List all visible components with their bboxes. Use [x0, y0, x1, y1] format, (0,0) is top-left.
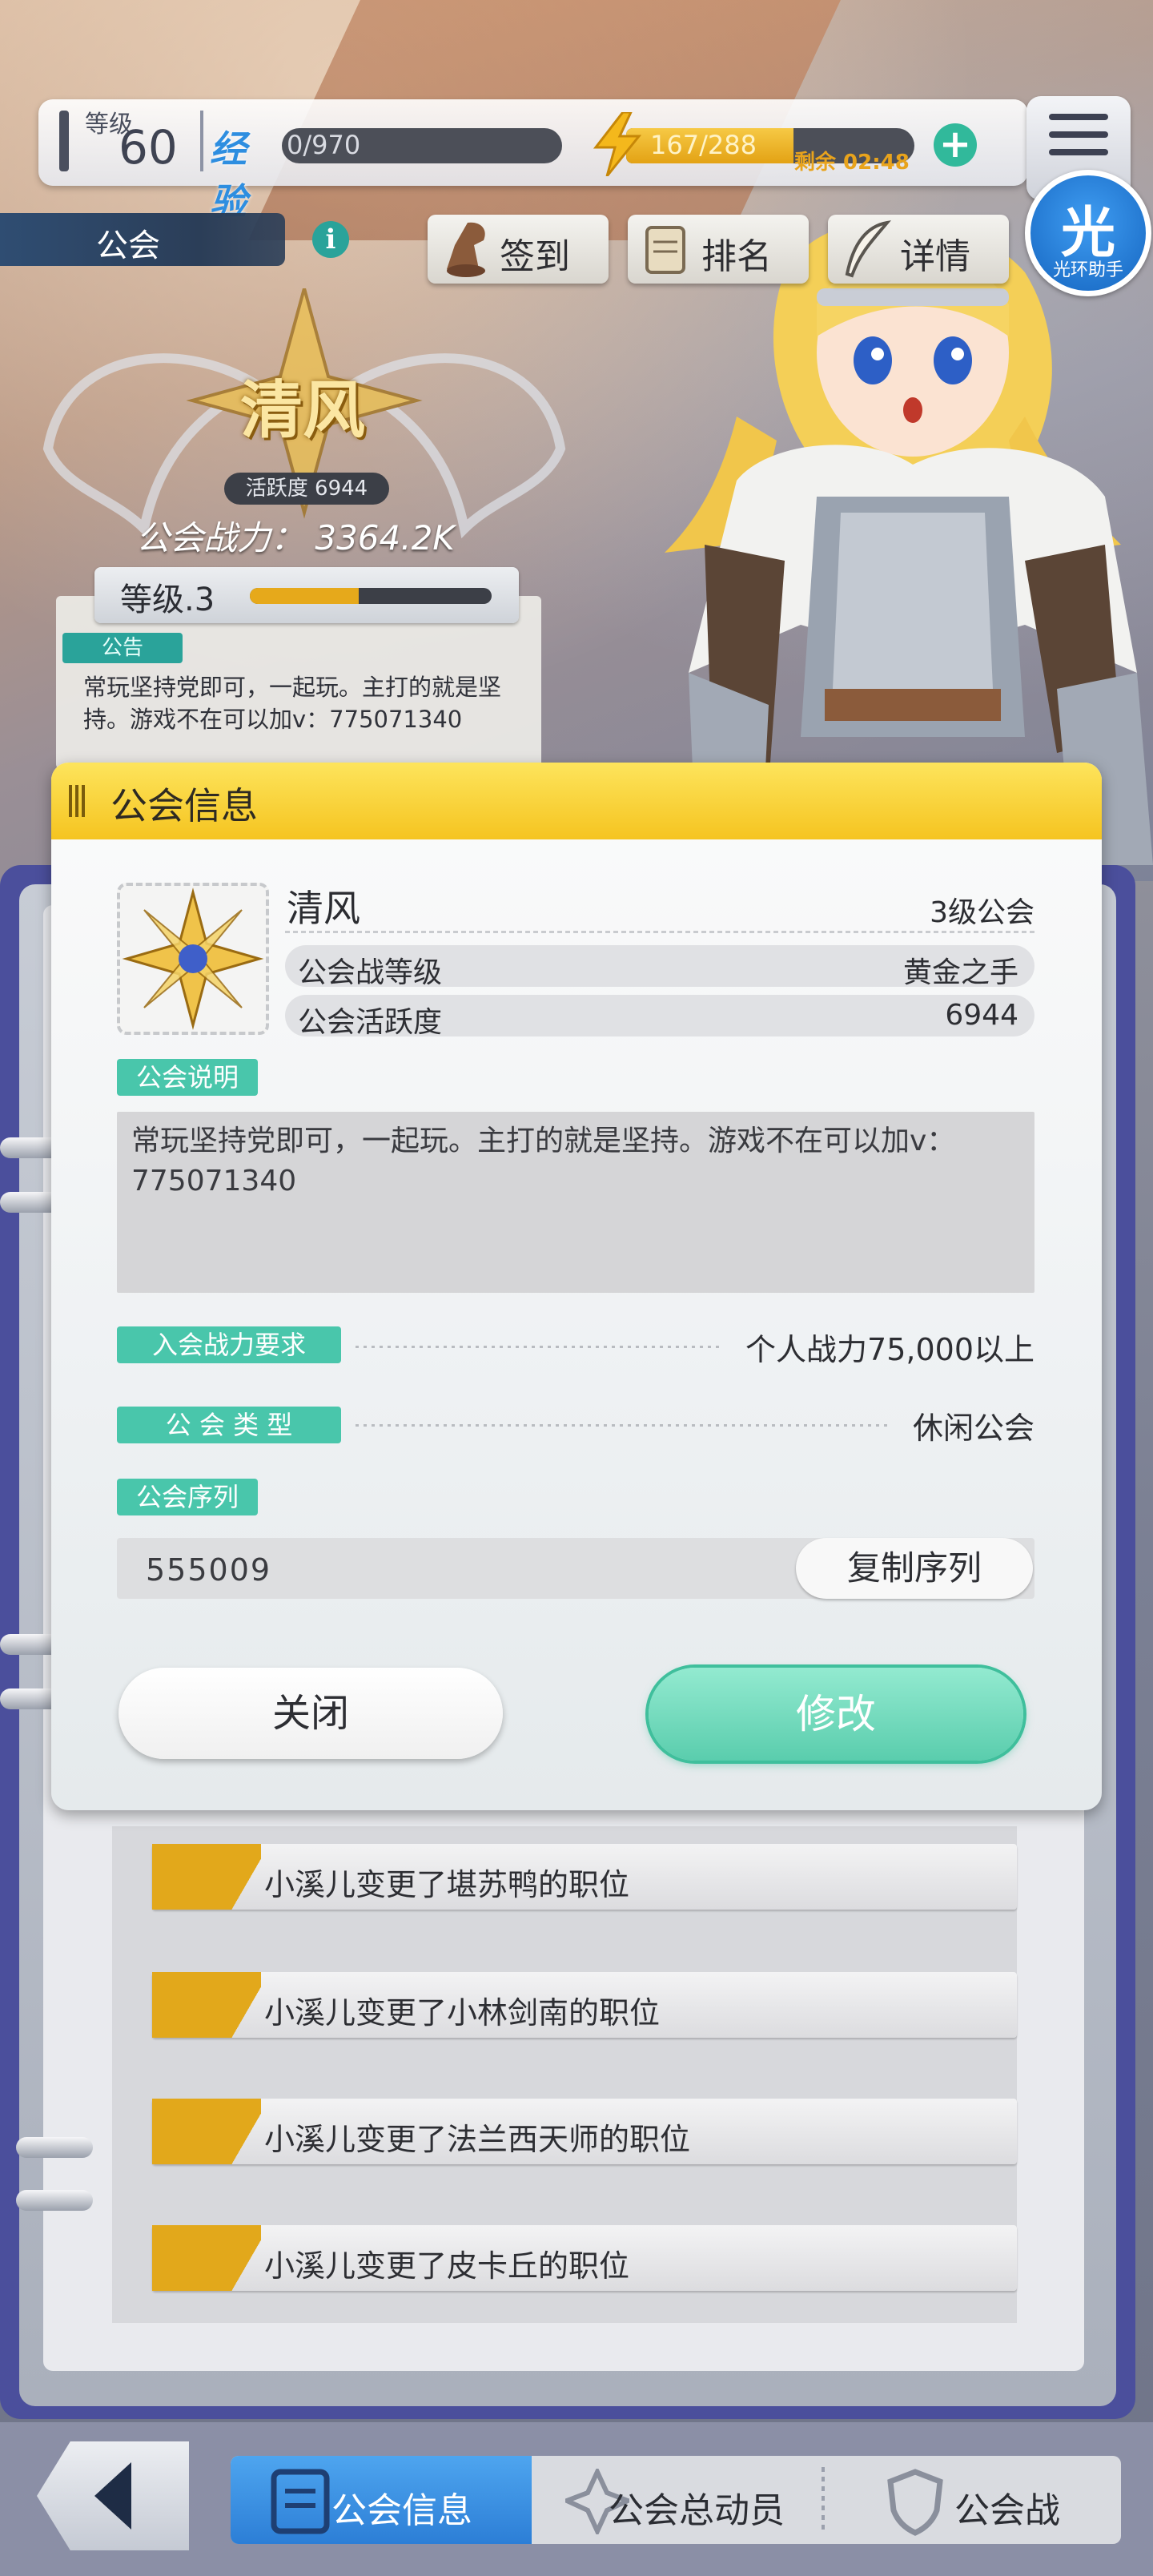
shield-icon: [887, 2469, 943, 2536]
guild-emblem-icon: [122, 888, 264, 1030]
guild-level-label: 等级.3: [120, 582, 215, 618]
guild-type-value: 休闲公会: [912, 1411, 1034, 1446]
requirement-value: 个人战力75,000以上: [745, 1332, 1034, 1367]
ranking-label: 排名: [701, 236, 772, 277]
dotted-leader: [356, 1346, 724, 1348]
guild-war-level-row: 公会战等级 黄金之手: [285, 945, 1034, 989]
megaphone-icon: [152, 2225, 261, 2291]
megaphone-icon: [152, 1972, 261, 2038]
notice-tag: 公告: [62, 633, 183, 663]
details-button[interactable]: 详情: [828, 215, 1009, 284]
info-icon[interactable]: i: [312, 221, 349, 258]
tab-divider: [822, 2467, 825, 2534]
description-text: 常玩坚持党即可，一起玩。主打的就是坚持。游戏不在可以加v：775071340: [131, 1125, 956, 1197]
megaphone-icon: [152, 1844, 261, 1910]
log-text: 小溪儿变更了小林剑南的职位: [264, 1995, 661, 2031]
energy-value: 167/288: [650, 130, 757, 160]
guild-activity-value: 6944: [945, 999, 1018, 1032]
guild-name-banner: 清风: [240, 375, 366, 447]
binder-ring: [16, 2137, 93, 2158]
serial-value: 555009: [146, 1552, 272, 1588]
exp-value: 0/970: [287, 130, 361, 160]
guild-war-level-label: 公会战等级: [298, 956, 443, 989]
guild-power: 公会战力： 3364.2K: [136, 518, 455, 557]
dialog-guild-level: 3级公会: [930, 896, 1034, 929]
guild-emblem: [117, 883, 269, 1035]
requirement-tag: 入会战力要求: [117, 1326, 341, 1363]
assistant-label: 光环助手: [1052, 260, 1123, 280]
log-text: 小溪儿变更了法兰西天师的职位: [264, 2122, 691, 2157]
notice-text: 常玩坚持党即可，一起玩。主打的就是坚持。游戏不在可以加v：775071340: [83, 674, 502, 733]
lightning-icon: [593, 112, 642, 176]
guild-activity-label: 公会活跃度: [298, 1006, 443, 1039]
guild-activity-row: 公会活跃度 6944: [285, 995, 1034, 1039]
check-in-label: 签到: [500, 236, 570, 277]
edit-button[interactable]: 修改: [649, 1668, 1023, 1761]
log-item: 小溪儿变更了堪苏鸭的职位: [152, 1844, 1017, 1910]
description-tag: 公会说明: [117, 1059, 258, 1096]
megaphone-icon: [152, 2099, 261, 2164]
check-in-icon: [447, 222, 485, 277]
guild-type-tag: 公 会 类 型: [117, 1407, 341, 1443]
scroll-icon: [645, 226, 685, 274]
serial-tag: 公会序列: [117, 1479, 258, 1515]
close-button[interactable]: 关闭: [119, 1668, 503, 1759]
guild-title: 公会: [96, 227, 160, 264]
remaining-time: 剩余 02:48: [794, 151, 910, 175]
quill-icon: [845, 220, 891, 278]
player-level-value: 60: [119, 120, 178, 175]
level-marker: [59, 111, 69, 171]
tab-guild-info-label: 公会信息: [331, 2490, 472, 2531]
document-icon: [271, 2469, 330, 2534]
log-item: 小溪儿变更了法兰西天师的职位: [152, 2099, 1017, 2164]
copy-serial-button[interactable]: 复制序列: [796, 1538, 1033, 1599]
log-text: 小溪儿变更了皮卡丘的职位: [264, 2248, 630, 2284]
assistant-overlay-badge[interactable]: 光 光环助手: [1025, 170, 1151, 296]
details-label: 详情: [900, 236, 970, 277]
guild-war-level-value: 黄金之手: [902, 956, 1018, 989]
plus-icon[interactable]: +: [934, 123, 977, 167]
divider: [200, 111, 203, 171]
binder-ring: [16, 2190, 93, 2211]
back-arrow-icon: [94, 2462, 131, 2530]
tab-guild-mobilize[interactable]: 公会总动员: [609, 2481, 785, 2533]
log-item: 小溪儿变更了皮卡丘的职位: [152, 2225, 1017, 2291]
dotted-divider: [285, 931, 1034, 933]
dialog-title: 公会信息: [110, 784, 258, 827]
guild-level-bar: [250, 588, 492, 604]
check-in-button[interactable]: 签到: [428, 215, 609, 284]
tab-guild-war[interactable]: 公会战: [954, 2481, 1060, 2533]
guild-activity-pill: 活跃度 6944: [224, 473, 389, 505]
guild-level-fill: [250, 588, 359, 604]
exp-label: 经验: [210, 127, 247, 223]
log-item: 小溪儿变更了小林剑南的职位: [152, 1972, 1017, 2038]
dotted-leader: [356, 1424, 892, 1427]
ranking-button[interactable]: 排名: [628, 215, 809, 284]
log-text: 小溪儿变更了堪苏鸭的职位: [264, 1867, 630, 1902]
dialog-guild-name: 清风: [287, 887, 360, 930]
grip-icon: [69, 785, 86, 817]
